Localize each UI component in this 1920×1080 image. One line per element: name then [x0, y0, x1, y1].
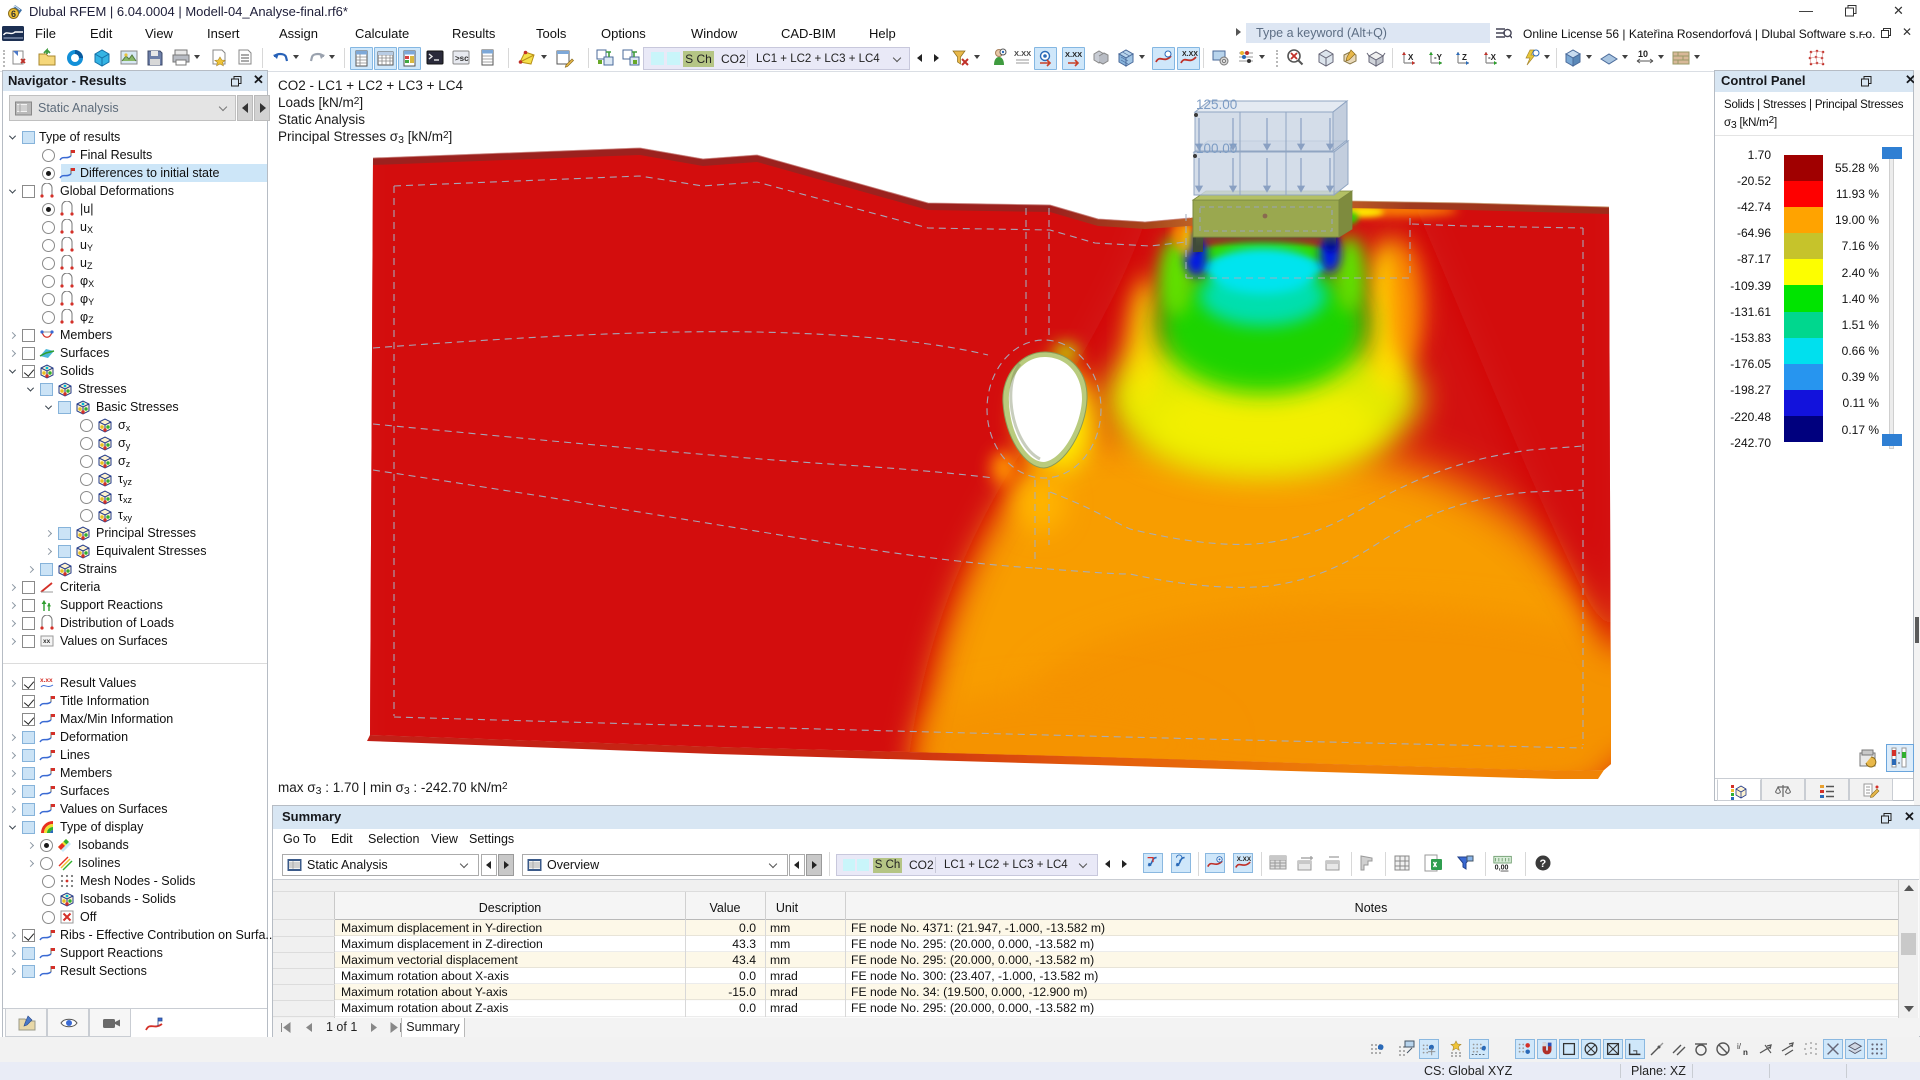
svg-text:xx: xx [43, 638, 51, 645]
svg-text:100.00: 100.00 [1196, 141, 1237, 156]
svg-text:X.XX: X.XX [1237, 856, 1252, 863]
svg-text:10: 10 [1638, 49, 1648, 59]
svg-text:?: ? [1540, 858, 1547, 870]
svg-text:>sc: >sc [455, 54, 469, 63]
svg-text:X.XX: X.XX [1014, 49, 1031, 58]
svg-text:-X: -X [1488, 53, 1497, 62]
svg-text:X.XX: X.XX [1065, 50, 1082, 59]
svg-text:0,00: 0,00 [1495, 864, 1509, 872]
svg-text:X.XX: X.XX [1182, 51, 1198, 58]
svg-text:i/: i/ [1737, 1042, 1742, 1051]
svg-text:x.xx: x.xx [40, 677, 53, 684]
svg-text:n: n [1743, 1048, 1748, 1057]
svg-text:125.00: 125.00 [1196, 97, 1237, 112]
svg-text:6: 6 [11, 9, 16, 19]
svg-text:Z: Z [1462, 53, 1467, 62]
svg-text:X: X [1408, 53, 1414, 62]
svg-text:-Y: -Y [1434, 53, 1443, 62]
